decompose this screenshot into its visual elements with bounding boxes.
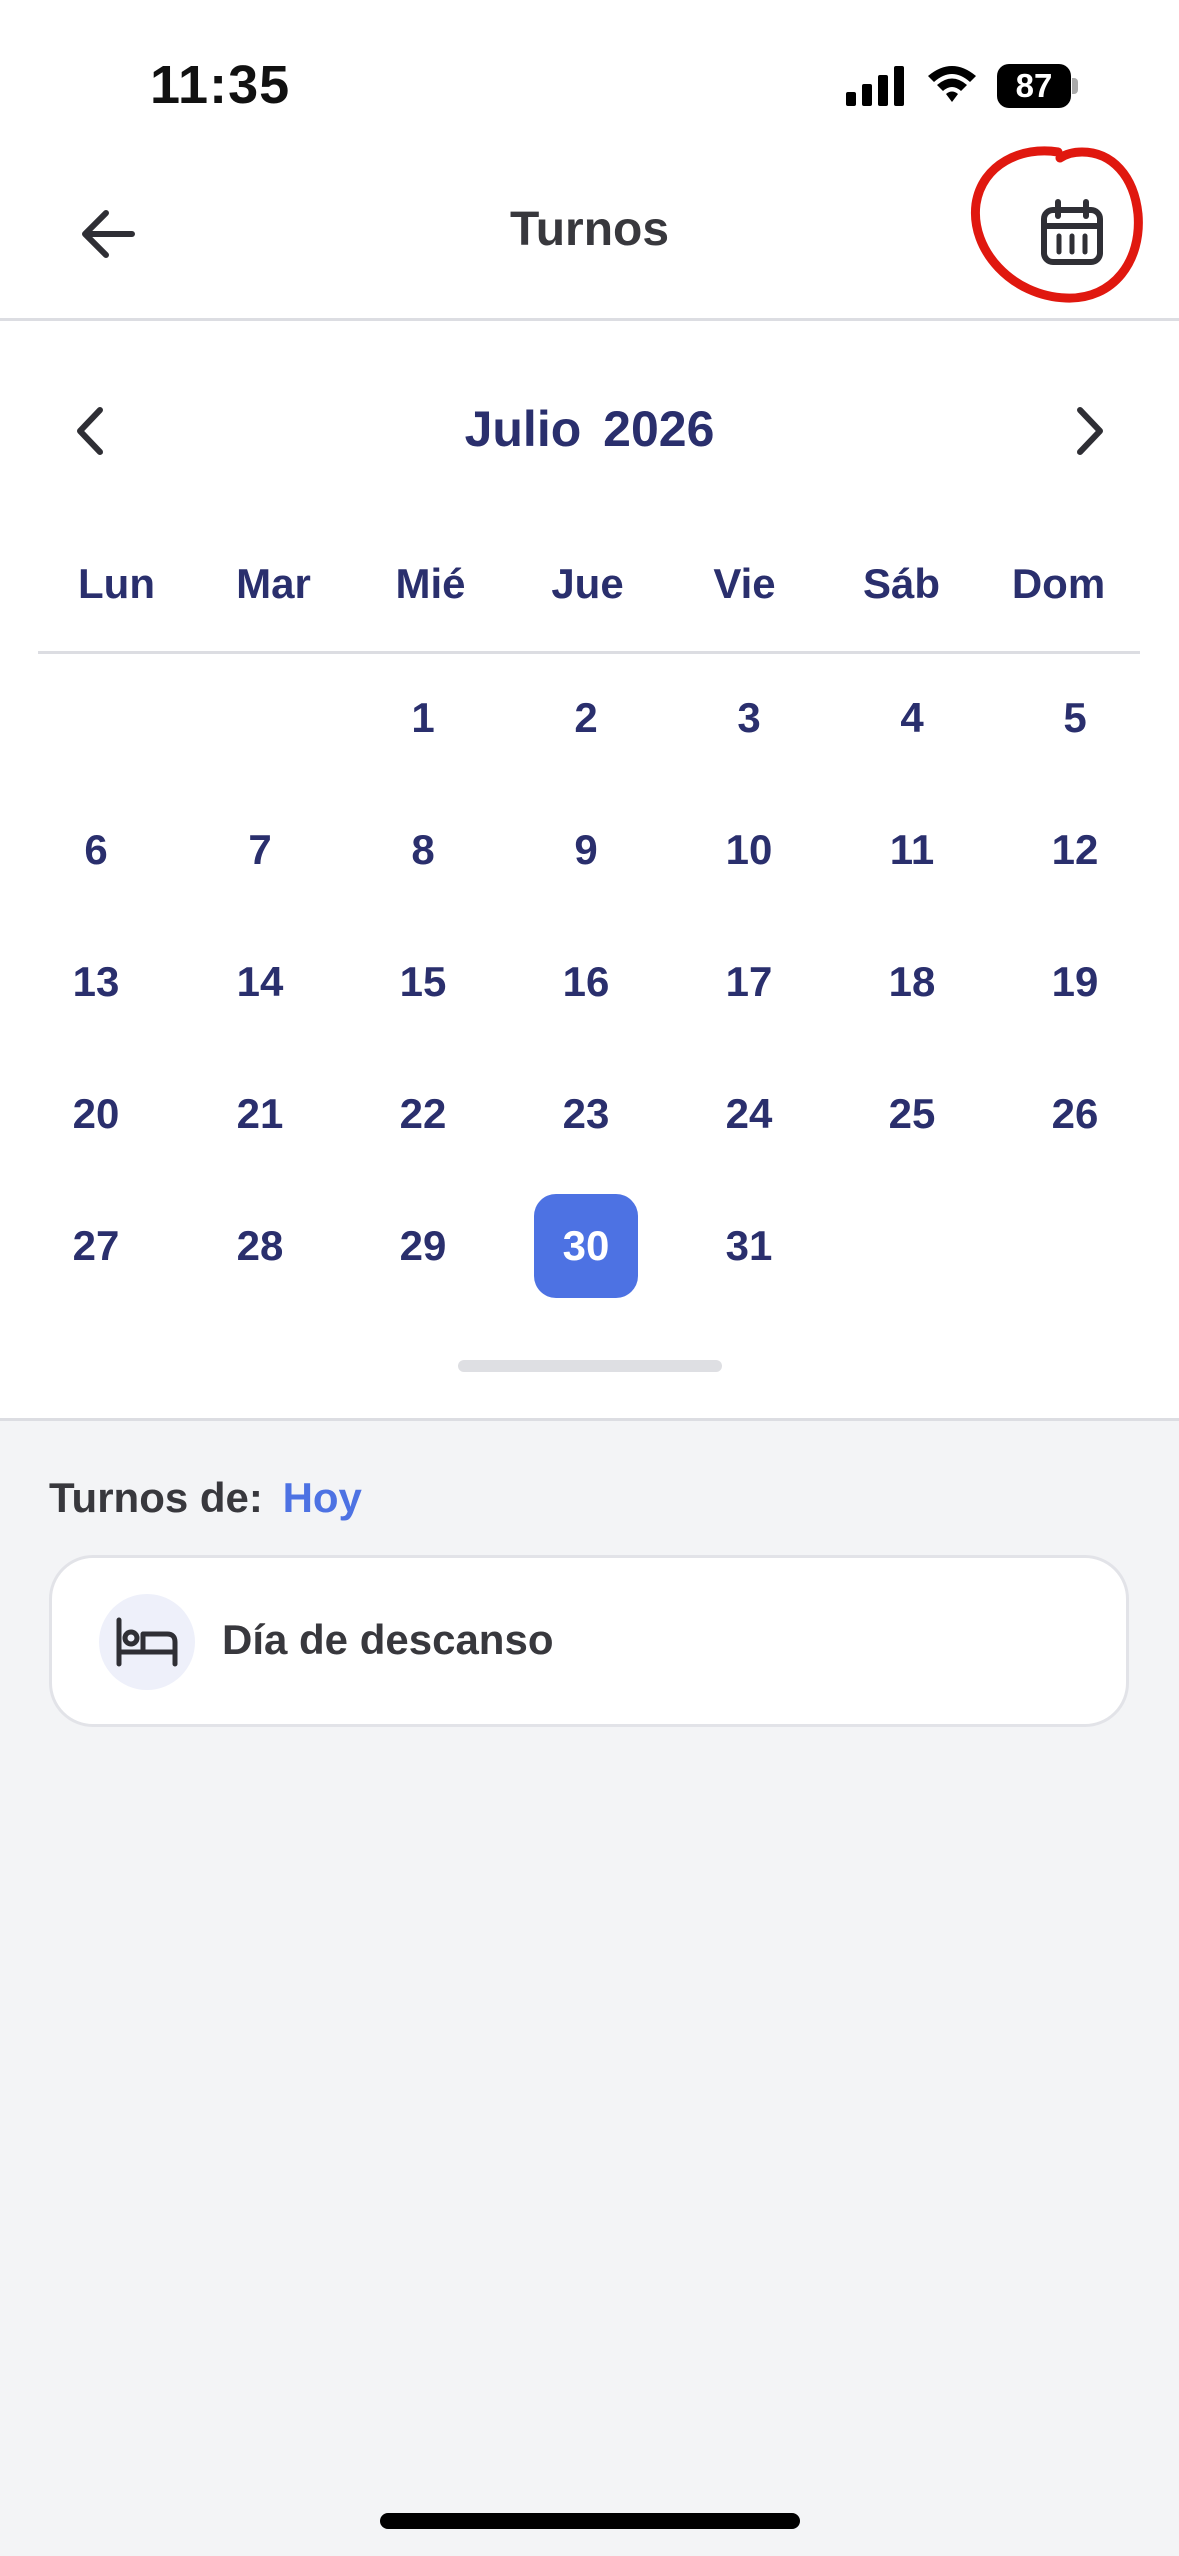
- shifts-label: Turnos de:: [49, 1474, 263, 1521]
- calendar-day[interactable]: 20: [44, 1062, 148, 1166]
- battery-indicator: 87: [997, 64, 1079, 108]
- calendar-day[interactable]: 12: [1023, 798, 1127, 902]
- calendar-day[interactable]: 14: [208, 930, 312, 1034]
- calendar-day[interactable]: 2: [534, 666, 638, 770]
- calendar-day[interactable]: 13: [44, 930, 148, 1034]
- calendar-day[interactable]: 4: [860, 666, 964, 770]
- calendar-day[interactable]: 9: [534, 798, 638, 902]
- weekday-divider: [38, 651, 1140, 654]
- shift-card[interactable]: Día de descanso: [49, 1555, 1129, 1727]
- calendar-day[interactable]: 17: [697, 930, 801, 1034]
- calendar-day[interactable]: 31: [697, 1194, 801, 1298]
- weekday-label: Jue: [551, 560, 624, 607]
- sheet-handle[interactable]: [458, 1360, 722, 1372]
- calendar-day[interactable]: 26: [1023, 1062, 1127, 1166]
- header-divider: [0, 318, 1179, 321]
- calendar-day[interactable]: 15: [371, 930, 475, 1034]
- page-title: Turnos: [509, 203, 670, 256]
- calendar-day-selected[interactable]: 30: [534, 1194, 638, 1298]
- month-year: 2026: [603, 401, 715, 457]
- chevron-right-icon[interactable]: [1058, 396, 1118, 466]
- calendar-day[interactable]: 27: [44, 1194, 148, 1298]
- calendar-day[interactable]: 19: [1023, 930, 1127, 1034]
- calendar-day[interactable]: 8: [371, 798, 475, 902]
- weekday-label: Mié: [395, 560, 466, 607]
- calendar-day[interactable]: 7: [208, 798, 312, 902]
- weekday-label: Dom: [1011, 560, 1106, 607]
- calendar-day[interactable]: 21: [208, 1062, 312, 1166]
- calendar-day[interactable]: 24: [697, 1062, 801, 1166]
- battery-cap: [1072, 78, 1078, 94]
- shifts-day: Hoy: [282, 1474, 362, 1521]
- status-time: 11:35: [150, 55, 291, 115]
- calendar-day[interactable]: 6: [44, 798, 148, 902]
- cellular-signal-icon: [846, 66, 904, 106]
- shift-icon-container: [99, 1594, 195, 1690]
- weekday-label: Vie: [713, 560, 776, 607]
- calendar-day[interactable]: 5: [1023, 666, 1127, 770]
- month-title: Julio 2026: [0, 400, 1179, 458]
- shifts-heading: Turnos de: Hoy: [49, 1474, 362, 1522]
- weekday-header: Lun Mar Mié Jue Vie Sáb Dom: [38, 560, 1138, 620]
- calendar-day[interactable]: 10: [697, 798, 801, 902]
- bed-icon: [116, 1617, 178, 1667]
- weekday-label: Lun: [78, 560, 155, 607]
- month-name: Julio: [464, 401, 582, 457]
- calendar-day[interactable]: 28: [208, 1194, 312, 1298]
- shift-title: Día de descanso: [222, 1616, 554, 1663]
- calendar-day[interactable]: 1: [371, 666, 475, 770]
- calendar-days-grid: 1 2 3 4 5 6 7 8 9 10 11 12 13 14 15 16 17 18 19 20 21 22 23 24 2…: [15, 680, 1163, 1360]
- wifi-icon: [928, 66, 976, 102]
- calendar-icon[interactable]: [1034, 196, 1110, 272]
- calendar-day[interactable]: 25: [860, 1062, 964, 1166]
- calendar-day[interactable]: 18: [860, 930, 964, 1034]
- calendar-day[interactable]: 22: [371, 1062, 475, 1166]
- battery-level: 87: [997, 64, 1071, 108]
- calendar-day[interactable]: 29: [371, 1194, 475, 1298]
- weekday-label: Sáb: [862, 560, 941, 607]
- home-indicator: [380, 2513, 800, 2529]
- calendar-day[interactable]: 11: [860, 798, 964, 902]
- calendar-day[interactable]: 16: [534, 930, 638, 1034]
- calendar-day[interactable]: 23: [534, 1062, 638, 1166]
- section-divider: [0, 1418, 1179, 1421]
- weekday-label: Mar: [236, 560, 311, 607]
- calendar-day[interactable]: 3: [697, 666, 801, 770]
